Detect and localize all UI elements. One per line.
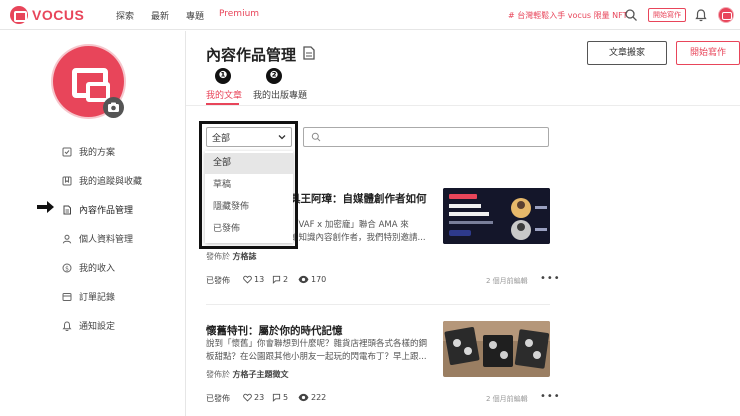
more-options-icon[interactable]: ••• [540,391,561,402]
view-count: 170 [298,275,326,284]
vocus-logo-icon [10,6,28,24]
publisher-link[interactable]: 方格子主題徵文 [233,370,289,379]
like-count[interactable]: 23 [243,393,264,402]
sidebar-item-income[interactable]: $ 我的收入 [62,261,115,274]
sidebar-item-label: 我的追蹤與收藏 [79,177,143,187]
sidebar-item-content-management[interactable]: 內容作品管理 [62,203,133,216]
avatar[interactable] [718,7,734,23]
sidebar-item-label: 個人資料管理 [79,235,134,245]
sidebar-item-following[interactable]: 我的追蹤與收藏 [62,174,142,187]
status-badge: 已發佈 [206,394,230,403]
sidebar-item-notifications[interactable]: 通知設定 [62,319,115,332]
logo-text: VOCUS [32,7,85,23]
sidebar-item-label: 我的收入 [79,264,116,274]
view-count-value: 170 [311,275,327,284]
comment-count[interactable]: 5 [272,393,288,402]
heart-icon [243,393,252,402]
article-title[interactable]: 懷舊特刊：屬於你的時代記憶 [206,323,438,338]
logo[interactable]: VOCUS [10,6,84,24]
dollar-icon: $ [62,263,72,272]
search-icon[interactable] [624,8,638,22]
article-divider [206,304,550,305]
article-thumbnail[interactable] [443,188,550,244]
pointer-arrow-icon [37,201,54,213]
document-icon [303,46,315,60]
plan-icon [62,147,72,156]
status-badge: 已發佈 [206,276,230,285]
tab-my-articles[interactable]: 我的文章 [206,88,242,101]
article-publish-info: 發佈於 方格誌 [206,251,257,262]
annotation-highlight-box [199,121,298,249]
edit-time: 2 個月前編輯 [486,277,528,285]
nav-latest[interactable]: 最新 [151,9,169,22]
like-count-value: 23 [254,393,265,402]
annotation-marker-1: ❶ [215,68,231,84]
article-move-button[interactable]: 文章搬家 [587,41,667,65]
comment-icon [272,275,281,284]
receipt-icon [62,292,72,301]
nav-explore[interactable]: 探索 [116,9,134,22]
article-description: 說到「懷舊」你會聯想到什麼呢？雜貨店裡頭各式各樣的鋼 [206,339,428,349]
search-icon [311,132,321,142]
sidebar-item-plan[interactable]: 我的方案 [62,145,115,158]
tab-divider [186,105,740,106]
document-icon [63,205,71,214]
sidebar-item-label: 內容作品管理 [79,206,134,216]
page-title: 內容作品管理 [206,46,297,64]
nft-promo-link[interactable]: # 台灣輕鬆入手 vocus 限量 NFT [508,10,627,21]
svg-text:$: $ [65,265,69,272]
sidebar-item-label: 通知設定 [79,322,116,332]
publish-prefix: 發佈於 [206,370,230,379]
nav-topics[interactable]: 專題 [186,9,204,22]
start-writing-button[interactable]: 開始寫作 [676,41,740,65]
annotation-marker-2: ❷ [266,68,282,84]
bookmark-icon [62,176,72,185]
publisher-link[interactable]: 方格誌 [233,252,257,261]
like-count-value: 13 [254,275,265,284]
heart-icon [243,275,252,284]
start-writing-top-button[interactable]: 開始寫作 [648,8,686,22]
article-publish-info: 發佈於 方格子主題徵文 [206,369,289,380]
publish-prefix: 發佈於 [206,252,230,261]
sidebar-item-profile[interactable]: 個人資料管理 [62,232,133,245]
eye-icon [298,393,309,402]
sidebar-item-label: 我的方案 [79,148,116,158]
like-count[interactable]: 13 [243,275,264,284]
bell-icon[interactable] [694,8,708,22]
camera-icon[interactable] [103,97,124,118]
active-tab-indicator [206,103,239,105]
article-description: 板甜點？在公園跟其他小朋友一起玩的閃電布丁？早上跟... [206,352,427,362]
view-count: 222 [298,393,326,402]
search-input[interactable] [303,127,549,147]
person-icon [62,234,72,244]
comment-count-value: 5 [283,393,289,402]
article-thumbnail[interactable] [443,321,550,377]
article-description: 「VAF x 加密龐」聯合 AMA 來 [290,220,409,230]
tab-my-publications[interactable]: 我的出版專題 [253,88,307,101]
comment-count-value: 2 [283,275,289,284]
article-title[interactable]: 具王阿璋：自媒體創作者如何 [290,191,434,206]
bell-icon [62,320,72,331]
edit-time: 2 個月前編輯 [486,395,528,403]
sidebar-item-label: 訂單記錄 [79,293,116,303]
more-options-icon[interactable]: ••• [540,273,561,284]
comment-count[interactable]: 2 [272,275,288,284]
view-count-value: 222 [311,393,327,402]
sidebar-item-orders[interactable]: 訂單記錄 [62,290,115,303]
eye-icon [298,275,309,284]
comment-icon [272,393,281,402]
nav-premium[interactable]: Premium [219,9,259,19]
article-description: 如知識內容創作者，我們特別邀請... [290,233,426,243]
